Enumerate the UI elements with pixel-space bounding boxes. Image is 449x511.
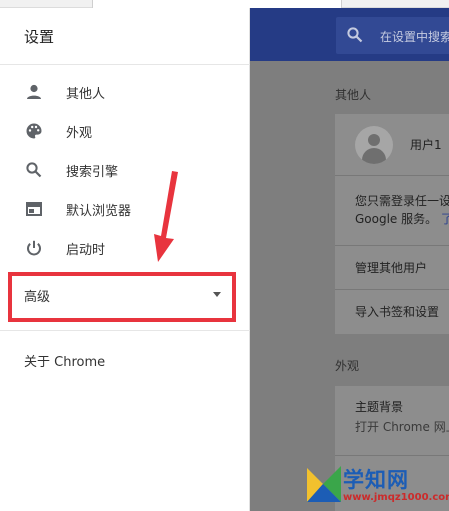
sign-in-text-2: Google 服务。 了	[355, 210, 449, 227]
nav-item-on-startup[interactable]: 启动时	[0, 230, 248, 266]
theme-row[interactable]: 主题背景 打开 Chrome 网上	[335, 386, 449, 456]
watermark: 学知网 www.jmqz1000.com	[303, 462, 449, 511]
people-card: 用户1 您只需登录任一设 Google 服务。 了 管理其他用户 导入书签和设置	[335, 114, 449, 334]
highlight-annotation-box	[8, 272, 236, 322]
person-icon	[24, 82, 44, 102]
search-icon	[24, 160, 44, 180]
watermark-url: www.jmqz1000.com	[343, 492, 449, 503]
watermark-title: 学知网	[343, 468, 409, 492]
settings-header: 在设置中搜索	[250, 8, 449, 61]
avatar	[355, 126, 393, 164]
manage-other-users-row[interactable]: 管理其他用户	[335, 246, 449, 290]
sign-in-promo: 您只需登录任一设 Google 服务。 了	[335, 176, 449, 246]
appearance-section-title: 外观	[335, 359, 360, 373]
nav-item-appearance[interactable]: 外观	[0, 113, 248, 149]
learn-more-link[interactable]: 了	[441, 212, 449, 226]
theme-subtitle: 打开 Chrome 网上	[355, 420, 449, 434]
import-bookmarks-label: 导入书签和设置	[355, 305, 440, 319]
search-field[interactable]: 在设置中搜索	[336, 17, 449, 54]
user-name: 用户1	[410, 138, 442, 152]
search-icon	[346, 26, 364, 48]
browser-window-icon	[24, 199, 44, 219]
nav-item-people[interactable]: 其他人	[0, 74, 248, 110]
nav-item-label: 搜索引擎	[66, 164, 119, 180]
power-icon	[24, 238, 44, 258]
settings-drawer: 设置 其他人 外观 搜索引擎 默认浏览器 启动时 高级 关于 Chrome	[0, 8, 250, 511]
sign-in-text-line2: Google 服务。	[355, 212, 438, 226]
sign-in-text: 您只需登录任一设	[355, 194, 449, 208]
nav-item-label: 其他人	[66, 86, 106, 102]
browser-tab-strip	[0, 0, 449, 8]
drawer-divider	[0, 330, 250, 331]
watermark-logo-icon	[307, 466, 341, 502]
manage-other-users-label: 管理其他用户	[355, 261, 428, 275]
search-placeholder: 在设置中搜索	[380, 30, 449, 44]
browser-tab[interactable]	[92, 0, 342, 8]
nav-item-search-engine[interactable]: 搜索引擎	[0, 152, 248, 188]
drawer-divider	[0, 64, 250, 65]
nav-item-default-browser[interactable]: 默认浏览器	[0, 191, 248, 227]
drawer-title: 设置	[24, 28, 55, 46]
import-bookmarks-row[interactable]: 导入书签和设置	[335, 290, 449, 334]
nav-item-label: 默认浏览器	[66, 203, 132, 219]
palette-icon	[24, 121, 44, 141]
settings-main-overlay: 在设置中搜索 其他人 用户1 您只需登录任一设 Google 服务。 了 管理其…	[250, 8, 449, 511]
people-section-title: 其他人	[335, 88, 372, 102]
nav-item-about-chrome[interactable]: 关于 Chrome	[24, 351, 105, 370]
nav-item-label: 启动时	[66, 242, 106, 258]
nav-item-label: 外观	[66, 125, 93, 141]
user-row[interactable]: 用户1	[335, 114, 449, 176]
theme-title: 主题背景	[355, 400, 404, 414]
